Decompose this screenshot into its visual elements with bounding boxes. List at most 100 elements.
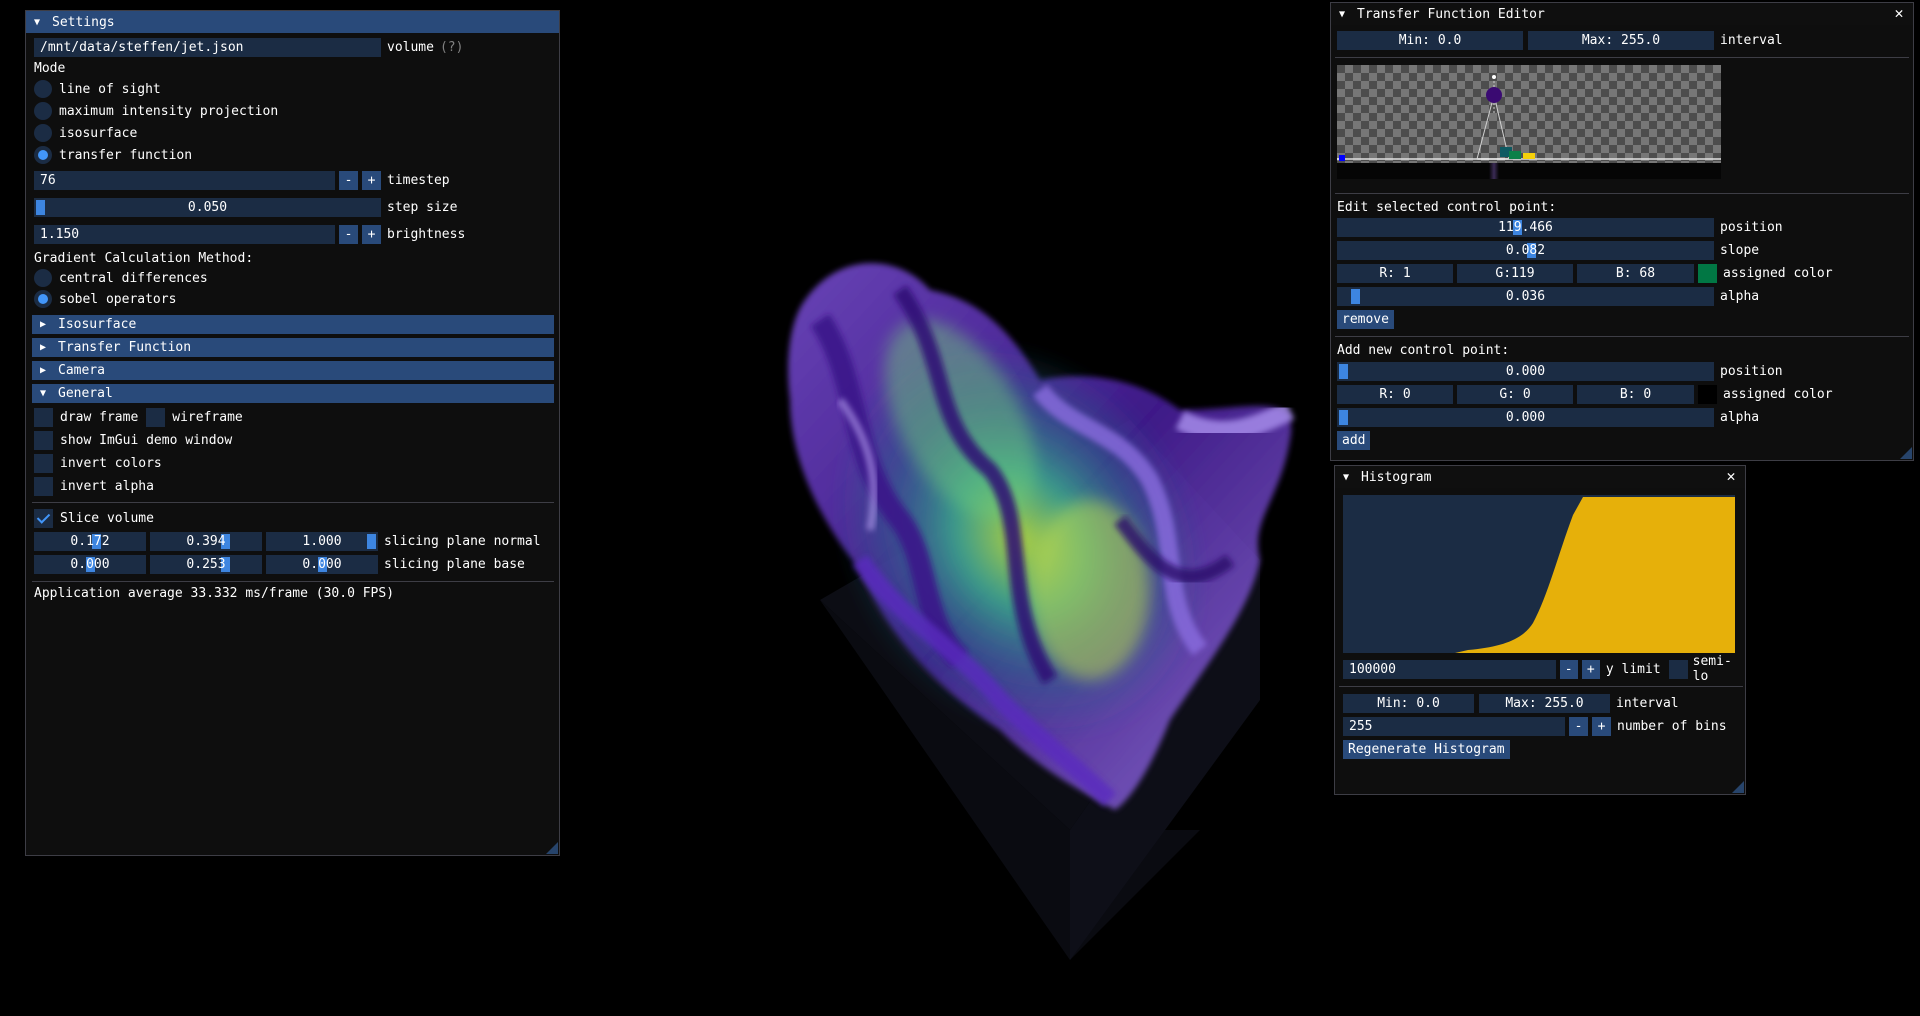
volume-help-marker[interactable]: (?) — [440, 40, 463, 55]
new-alpha-label: alpha — [1720, 409, 1760, 425]
gradient-radio-sobel[interactable]: sobel operators — [34, 289, 176, 309]
checkbox-box-icon — [34, 407, 53, 427]
remove-button[interactable]: remove — [1337, 310, 1394, 329]
brightness-label: brightness — [387, 226, 466, 242]
cp-slope-slider[interactable]: 0.082 — [1337, 240, 1714, 260]
resize-grip-icon[interactable] — [546, 842, 558, 854]
invert-alpha-checkbox[interactable]: invert alpha — [34, 476, 154, 496]
fps-text: Application average 33.332 ms/frame (30.… — [34, 586, 395, 601]
mode-option-label: line of sight — [59, 81, 161, 97]
hist-max-input[interactable]: Max: 255.0 — [1479, 693, 1610, 713]
volume-path-input[interactable]: /mnt/data/steffen/jet.json — [34, 37, 381, 57]
checkbox-label: wireframe — [172, 409, 243, 425]
invert-colors-checkbox[interactable]: invert colors — [34, 453, 162, 473]
gradient-option-label: central differences — [59, 270, 208, 286]
mode-radio-isosurface[interactable]: isosurface — [34, 123, 137, 143]
settings-window[interactable]: ▼ Settings /mnt/data/steffen/jet.json vo… — [25, 10, 560, 856]
resize-grip-icon[interactable] — [1900, 447, 1912, 459]
brightness-increment-button[interactable]: + — [362, 224, 381, 244]
cp-alpha-slider[interactable]: 0.036 — [1337, 286, 1714, 306]
new-alpha-slider[interactable]: 0.000 — [1337, 407, 1714, 427]
timestep-decrement-button[interactable]: - — [339, 170, 358, 190]
mode-radio-line-of-sight[interactable]: line of sight — [34, 79, 161, 99]
collapse-arrow-icon[interactable]: ▼ — [34, 17, 44, 28]
histogram-bars — [1455, 497, 1735, 653]
resize-grip-icon[interactable] — [1732, 781, 1744, 793]
bins-increment-button[interactable]: + — [1592, 716, 1611, 736]
tf-curve — [1337, 75, 1721, 161]
normal-y-slider[interactable]: 0.394 — [150, 531, 262, 551]
collapse-arrow-icon[interactable]: ▼ — [1339, 9, 1349, 20]
tf-min-input[interactable]: Min: 0.0 — [1337, 30, 1523, 50]
slider-grab-handle[interactable] — [1339, 409, 1348, 425]
slider-grab-handle[interactable] — [1351, 288, 1360, 304]
mode-label: Mode — [34, 61, 66, 76]
show-demo-checkbox[interactable]: show ImGui demo window — [34, 430, 232, 450]
slider-grab-handle[interactable] — [1339, 363, 1348, 379]
mode-radio-mip[interactable]: maximum intensity projection — [34, 101, 278, 121]
new-color-swatch[interactable] — [1698, 384, 1717, 404]
y-limit-decrement-button[interactable]: - — [1559, 659, 1578, 679]
checkbox-box-icon — [146, 407, 166, 427]
section-label: Camera — [58, 363, 105, 378]
base-z-slider[interactable]: 0.000 — [266, 554, 378, 574]
bins-input[interactable]: 255 — [1343, 716, 1565, 736]
histogram-titlebar[interactable]: ▼ Histogram ✕ — [1335, 466, 1745, 488]
normal-z-slider[interactable]: 1.000 — [266, 531, 378, 551]
histogram-window[interactable]: ▼ Histogram ✕ 100000 - + y limit semi-lo… — [1334, 465, 1746, 795]
settings-titlebar[interactable]: ▼ Settings — [26, 11, 559, 33]
bins-label: number of bins — [1617, 718, 1727, 734]
section-isosurface[interactable]: ▶ Isosurface — [32, 315, 554, 334]
hist-min-input[interactable]: Min: 0.0 — [1343, 693, 1474, 713]
normal-x-slider[interactable]: 0.172 — [34, 531, 146, 551]
step-size-slider[interactable]: 0.050 — [34, 197, 381, 217]
section-general[interactable]: ▼ General — [32, 384, 554, 403]
cp-color-r-input[interactable]: R: 1 — [1337, 263, 1453, 283]
new-position-label: position — [1720, 363, 1783, 379]
wireframe-checkbox[interactable]: wireframe — [146, 407, 243, 427]
radio-circle-icon — [34, 80, 52, 98]
y-limit-input[interactable]: 100000 — [1343, 659, 1556, 679]
checkbox-label: draw frame — [60, 409, 139, 425]
brightness-input[interactable]: 1.150 — [34, 224, 335, 244]
new-color-b-input[interactable]: B: 0 — [1577, 384, 1694, 404]
slice-volume-checkbox[interactable]: Slice volume — [34, 508, 154, 528]
cp-color-b-input[interactable]: B: 68 — [1577, 263, 1694, 283]
tf-editor-titlebar[interactable]: ▼ Transfer Function Editor ✕ — [1331, 3, 1913, 25]
new-color-g-input[interactable]: G: 0 — [1457, 384, 1573, 404]
close-icon[interactable]: ✕ — [1723, 468, 1739, 484]
collapse-arrow-icon[interactable]: ▼ — [1343, 472, 1353, 483]
slider-grab-handle[interactable] — [367, 533, 376, 549]
close-icon[interactable]: ✕ — [1891, 5, 1907, 21]
base-y-slider[interactable]: 0.253 — [150, 554, 262, 574]
tf-max-input[interactable]: Max: 255.0 — [1528, 30, 1714, 50]
regenerate-histogram-button[interactable]: Regenerate Histogram — [1343, 740, 1510, 759]
brightness-decrement-button[interactable]: - — [339, 224, 358, 244]
cp-color-swatch[interactable] — [1698, 263, 1717, 283]
semi-log-checkbox[interactable] — [1668, 659, 1688, 679]
mode-radio-transfer-function[interactable]: transfer function — [34, 145, 192, 165]
base-x-slider[interactable]: 0.000 — [34, 554, 146, 574]
new-position-slider[interactable]: 0.000 — [1337, 361, 1714, 381]
section-camera[interactable]: ▶ Camera — [32, 361, 554, 380]
tf-editor-window[interactable]: ▼ Transfer Function Editor ✕ Min: 0.0 Ma… — [1330, 2, 1914, 461]
cp-color-g-input[interactable]: G:119 — [1457, 263, 1573, 283]
draw-frame-checkbox[interactable]: draw frame — [34, 407, 138, 427]
volume-label: volume — [387, 39, 434, 55]
slider-value: 0.253 — [186, 556, 226, 572]
y-limit-increment-button[interactable]: + — [1581, 659, 1600, 679]
new-color-r-input[interactable]: R: 0 — [1337, 384, 1453, 404]
slicing-normal-label: slicing plane normal — [384, 533, 541, 549]
tf-canvas[interactable] — [1337, 65, 1721, 163]
step-size-value: 0.050 — [187, 199, 228, 215]
timestep-increment-button[interactable]: + — [362, 170, 381, 190]
timestep-input[interactable]: 76 — [34, 170, 335, 190]
cp-position-slider[interactable]: 119.466 — [1337, 217, 1714, 237]
section-transfer-function[interactable]: ▶ Transfer Function — [32, 338, 554, 357]
expand-arrow-icon: ▶ — [40, 365, 47, 376]
slider-grab-handle[interactable] — [36, 199, 45, 215]
histogram-plot[interactable] — [1343, 495, 1735, 653]
bins-decrement-button[interactable]: - — [1569, 716, 1588, 736]
add-button[interactable]: add — [1337, 431, 1371, 450]
gradient-radio-central-differences[interactable]: central differences — [34, 268, 208, 288]
